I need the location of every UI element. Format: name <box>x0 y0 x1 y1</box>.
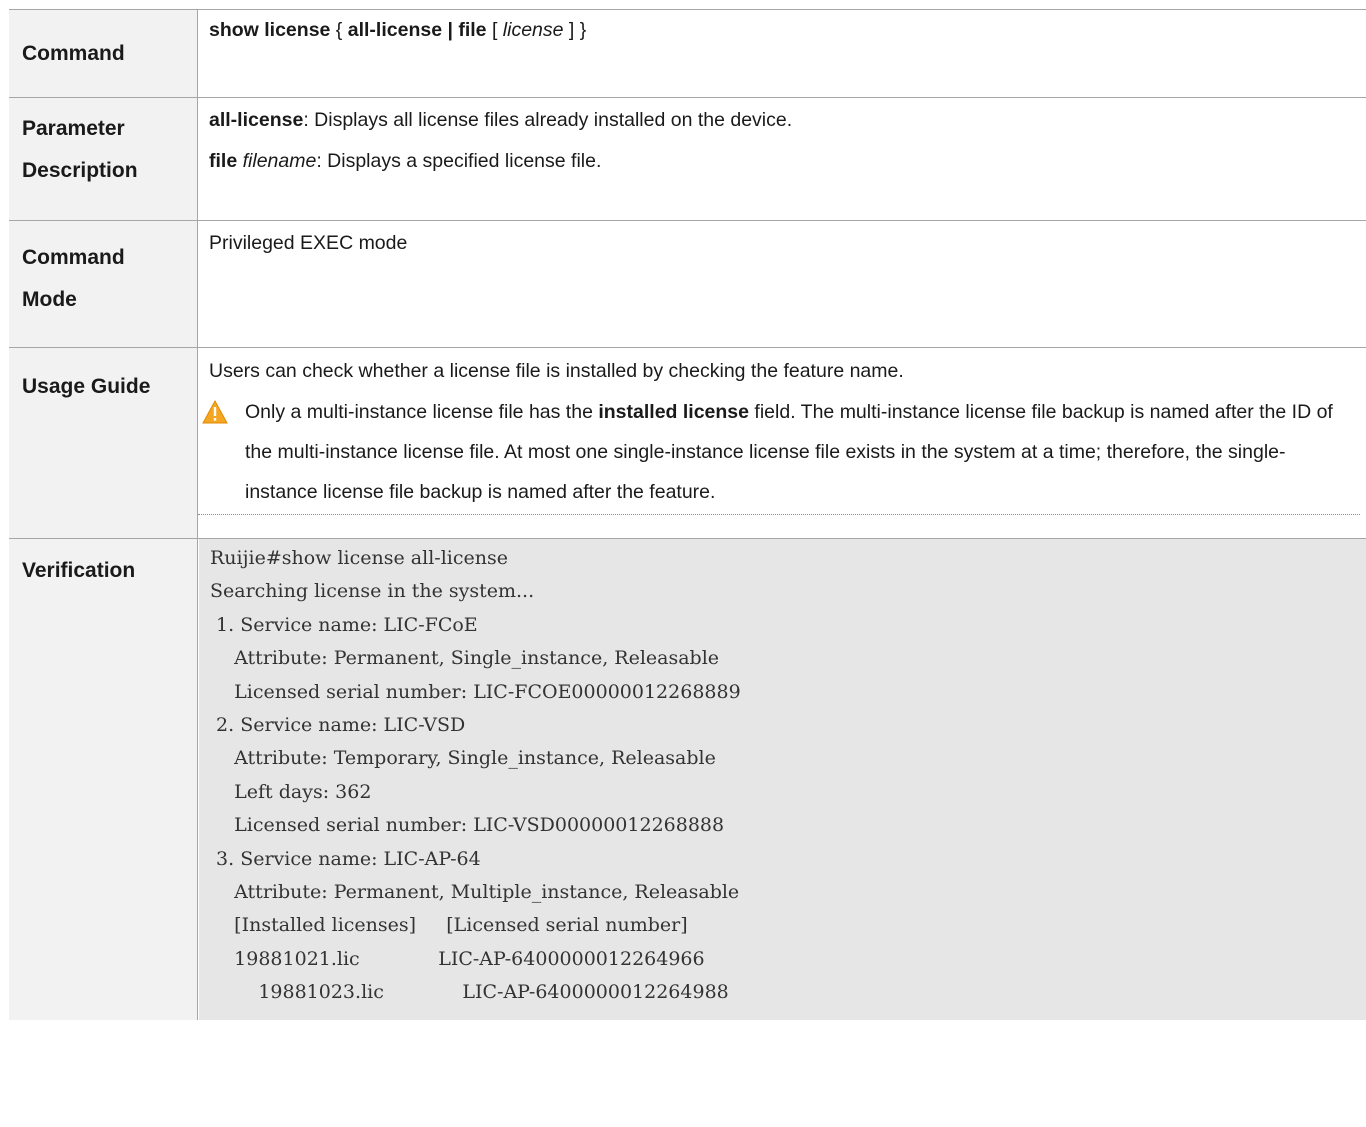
parameter-label-line1: Parameter <box>22 117 125 140</box>
code-line: Searching license in the system... <box>210 580 535 603</box>
mode-label: Command Mode <box>9 221 197 321</box>
parameter-label: Parameter Description <box>9 98 197 192</box>
command-label-cell: Command <box>9 9 198 98</box>
verification-label-cell: Verification <box>9 538 198 1020</box>
code-line: Attribute: Permanent, Multiple_instance,… <box>210 881 740 904</box>
command-label: Command <box>22 42 125 65</box>
syntax-bracket-open: [ <box>486 19 503 41</box>
syntax-argument-license: license <box>502 19 564 41</box>
code-line: 19881021.lic LIC-AP-6400000012264966 <box>210 947 705 970</box>
parameter-label-line2: Description <box>22 159 138 182</box>
verification-label: Verification <box>22 559 136 582</box>
code-line: 1. Service name: LIC-FCoE <box>210 613 478 636</box>
verification-content-cell: Ruijie#show license all-license Searching… <box>198 539 1366 1020</box>
code-line: 2. Service name: LIC-VSD <box>210 714 466 737</box>
syntax-keyword-options: all-license | file <box>347 19 487 41</box>
command-syntax-cell: show license { all-license | file [ lice… <box>197 9 1366 98</box>
parameter-list: all-license: Displays all license files … <box>198 98 1366 182</box>
mode-content-cell: Privileged EXEC mode <box>197 220 1366 348</box>
parameter-desc: : Displays a specified license file. <box>316 150 602 172</box>
code-line: 19881023.lic LIC-AP-6400000012264988 <box>210 981 729 1004</box>
parameter-label-cell: Parameter Description <box>9 97 198 221</box>
command-syntax: show license { all-license | file [ lice… <box>198 10 1366 51</box>
note-field-name: installed license <box>598 401 749 423</box>
code-line: Ruijie#show license all-license <box>210 547 508 569</box>
code-line: 3. Service name: LIC-AP-64 <box>210 847 481 870</box>
syntax-bracket-close: ] } <box>563 19 587 41</box>
parameter-item-all-license: all-license: Displays all license files … <box>209 100 1360 141</box>
command-row: Command show license { all-license | fil… <box>9 9 1366 98</box>
mode-label-cell: Command Mode <box>9 220 198 348</box>
parameter-row: Parameter Description all-license: Displ… <box>9 97 1366 221</box>
parameter-content-cell: all-license: Displays all license files … <box>197 97 1366 221</box>
parameter-term: all-license <box>209 109 304 131</box>
parameter-term: file <box>209 150 238 172</box>
mode-row: Command Mode Privileged EXEC mode <box>9 220 1366 348</box>
code-line: Licensed serial number: LIC-VSD000000122… <box>210 814 725 837</box>
mode-text: Privileged EXEC mode <box>209 232 408 254</box>
warning-icon <box>202 400 228 424</box>
usage-text: Users can check whether a license file i… <box>209 360 904 382</box>
parameter-desc: : Displays all license files already ins… <box>303 109 793 131</box>
syntax-keyword-show-license: show license <box>209 19 331 41</box>
syntax-brace-open: { <box>330 19 348 41</box>
code-line: [Installed licenses] [Licensed serial nu… <box>210 914 688 937</box>
mode-label-line2: Mode <box>22 288 77 311</box>
code-line: Attribute: Temporary, Single_instance, R… <box>210 747 716 770</box>
verification-row: Verification Ruijie#show license all-lic… <box>9 538 1366 1020</box>
usage-content-cell: Users can check whether a license file i… <box>197 347 1366 539</box>
code-line: Left days: 362 <box>210 780 372 803</box>
parameter-item-file: file filename: Displays a specified lice… <box>209 141 1360 182</box>
usage-row: Usage Guide Users can check whether a li… <box>9 347 1366 539</box>
code-line: Attribute: Permanent, Single_instance, R… <box>210 647 720 670</box>
parameter-arg: filename <box>242 150 317 172</box>
usage-note: Only a multi-instance license file has t… <box>198 392 1360 515</box>
mode-label-line1: Command <box>22 246 125 269</box>
command-reference-table: Command show license { all-license | fil… <box>9 9 1366 1020</box>
verification-code-block: Ruijie#show license all-license Searching… <box>199 539 1366 1020</box>
code-line: Licensed serial number: LIC-FCOE00000012… <box>210 680 741 703</box>
usage-label-cell: Usage Guide <box>9 347 198 539</box>
note-text-before: Only a multi-instance license file has t… <box>245 401 599 423</box>
usage-label: Usage Guide <box>22 375 151 398</box>
